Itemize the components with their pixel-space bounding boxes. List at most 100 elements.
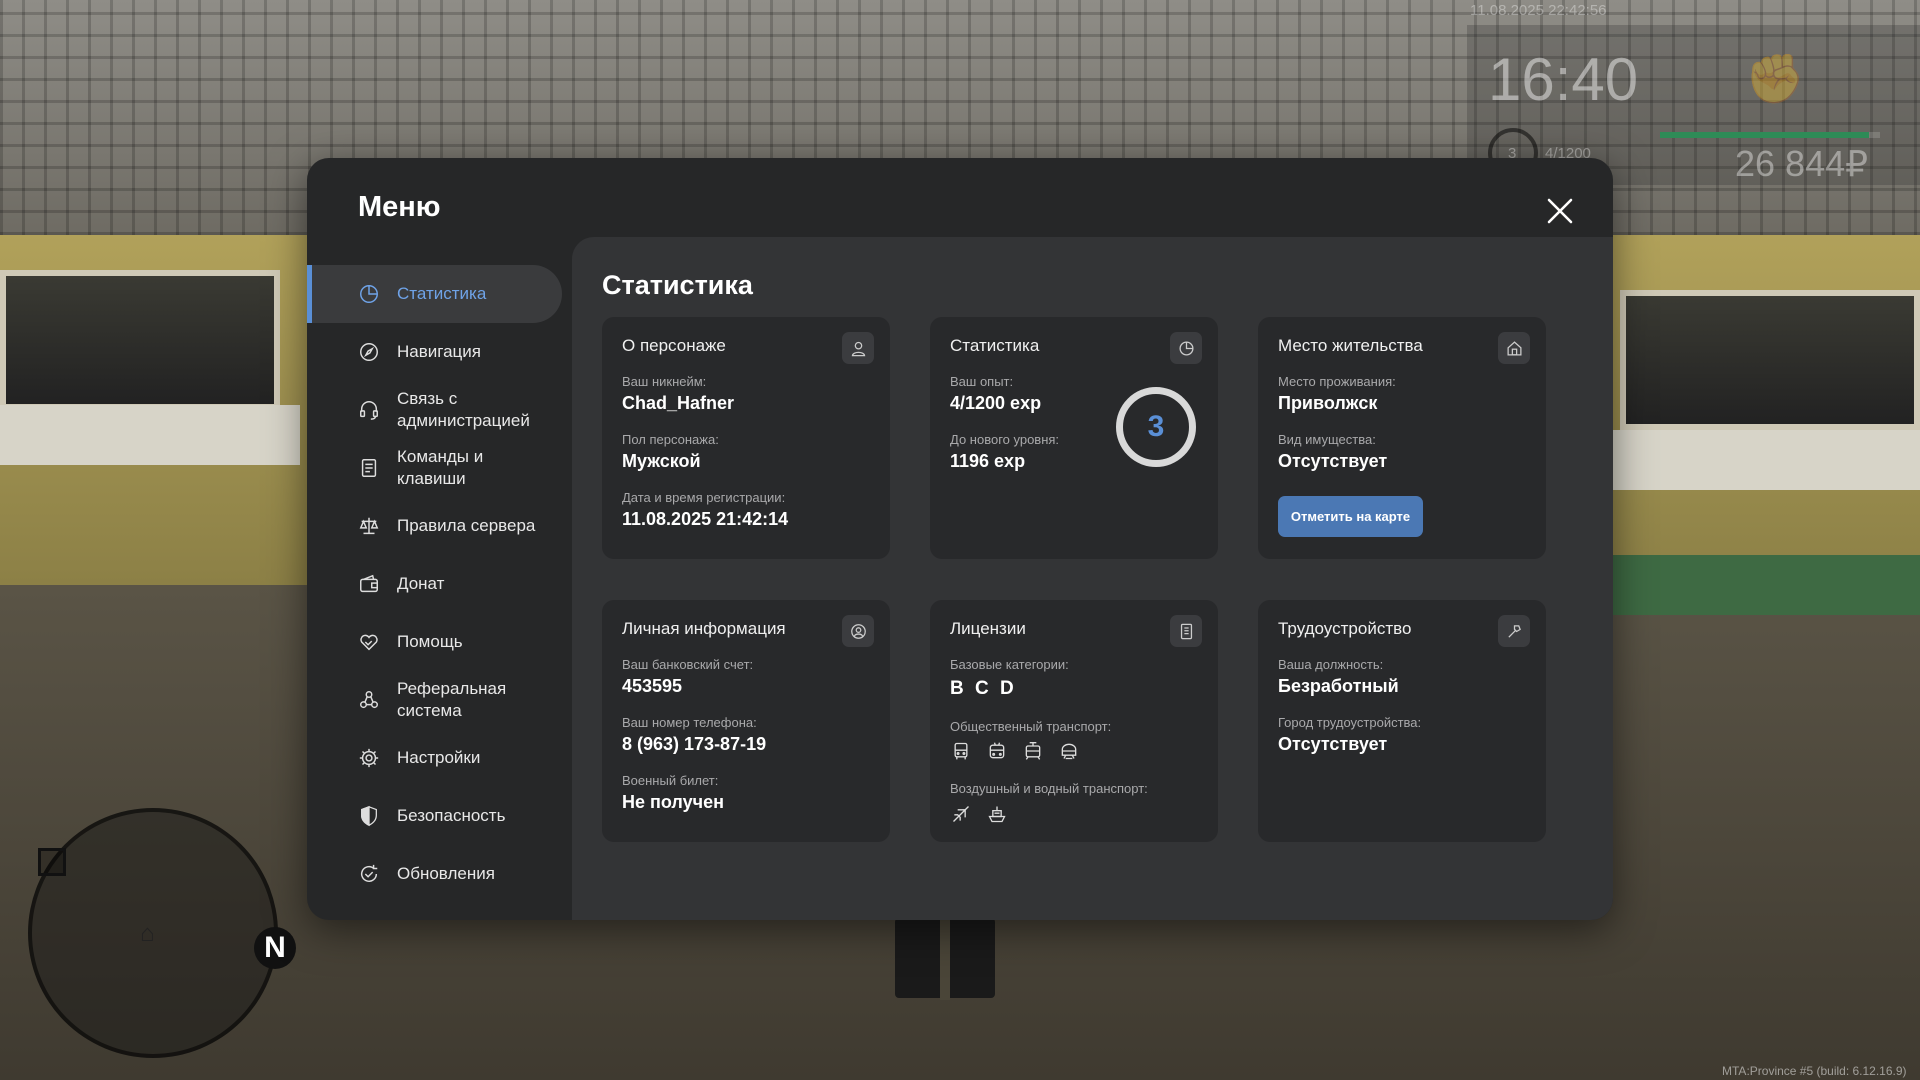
hammer-icon [1498, 615, 1530, 647]
scales-icon [357, 514, 381, 538]
gear-icon [357, 746, 381, 770]
headset-icon [357, 398, 381, 422]
service-window [0, 270, 280, 410]
sidebar-item-label: Донат [397, 574, 445, 593]
sidebar-item-label: Команды и клавиши [397, 446, 484, 488]
nickname-label: Ваш никнейм: [622, 374, 707, 389]
hud-money: 26 844₽ [1735, 143, 1869, 184]
hud-time: 16:40 [1488, 46, 1639, 113]
nickname-value: Chad_Hafner [622, 393, 735, 413]
property-value: Отсутствует [1278, 451, 1388, 471]
sidebar-item-admin-contact[interactable]: Связь с администрацией [307, 381, 572, 439]
license-icon [1170, 615, 1202, 647]
bank-account-label: Ваш банковский счет: [622, 657, 754, 672]
sidebar-item-updates[interactable]: Обновления [307, 845, 572, 903]
card-licenses: Лицензии Базовые категории: B C D Общест… [930, 600, 1218, 842]
content-panel: Статистика О персонаже Ваш никнейм: Chad… [572, 237, 1613, 920]
heart-hand-icon [357, 630, 381, 654]
health-bar-fill [1660, 132, 1869, 138]
position-value: Безработный [1278, 676, 1399, 696]
air-water-transport-label: Воздушный и водный транспорт: [950, 781, 1148, 796]
gender-label: Пол персонажа: [622, 432, 719, 447]
sidebar-item-referral[interactable]: Реферальная система [307, 671, 572, 729]
build-info: MTA:Province #5 (build: 6.12.16.9) [1722, 1064, 1907, 1078]
registration-value: 11.08.2025 21:42:14 [622, 509, 789, 529]
sidebar-item-label: Правила сервера [397, 516, 536, 535]
menu-title: Меню [358, 191, 441, 223]
people-network-icon [357, 688, 381, 712]
boat-icon [986, 803, 1008, 825]
counter [0, 405, 300, 465]
sidebar-item-label: Помощь [397, 632, 463, 651]
sidebar-item-label: Связь с администрацией [397, 388, 530, 430]
card-title: Место жительства [1278, 336, 1423, 355]
card-personal: Личная информация Ваш банковский счет: 4… [602, 600, 890, 842]
level-ring: 3 [1116, 387, 1196, 467]
registration-label: Дата и время регистрации: [622, 490, 786, 505]
sidebar-item-rules[interactable]: Правила сервера [307, 497, 572, 555]
chart-pie-icon [1170, 332, 1202, 364]
card-title: Трудоустройство [1278, 619, 1412, 638]
property-label: Вид имущества: [1278, 432, 1376, 447]
sidebar-item-statistics[interactable]: Статистика [307, 265, 562, 323]
sidebar-item-label: Реферальная система [397, 678, 507, 720]
player-arrow-icon: ⌂ [140, 920, 155, 947]
sidebar-item-donate[interactable]: Донат [307, 555, 572, 613]
card-title: Личная информация [622, 619, 786, 638]
phone-label: Ваш номер телефона: [622, 715, 757, 730]
menu-window: Меню Статистика Навигация Связь с админи… [307, 158, 1613, 920]
card-employment: Трудоустройство Ваша должность: Безработ… [1258, 600, 1546, 842]
sidebar-item-label: Обновления [397, 864, 495, 883]
card-title: О персонаже [622, 336, 726, 355]
bus-icon [950, 740, 972, 762]
card-stats: Статистика Ваш опыт: 4/1200 exp До новог… [930, 317, 1218, 559]
minimap-marker [38, 848, 66, 876]
metro-icon [1058, 740, 1080, 762]
base-categories-label: Базовые категории: [950, 657, 1069, 672]
close-icon [1547, 198, 1573, 224]
card-title: Статистика [950, 336, 1040, 355]
user-icon [842, 332, 874, 364]
shield-icon [357, 804, 381, 828]
trolleybus-icon [986, 740, 1008, 762]
sidebar-item-security[interactable]: Безопасность [307, 787, 572, 845]
sidebar-item-settings[interactable]: Настройки [307, 729, 572, 787]
place-value: Приволжск [1278, 393, 1378, 413]
gender-value: Мужской [622, 451, 701, 471]
hud-datetime: 11.08.2025 22:42:56 [1470, 2, 1607, 19]
public-transport-icons [950, 740, 1080, 762]
mark-on-map-button[interactable]: Отметить на карте [1278, 496, 1423, 537]
card-residence: Место жительства Место проживания: Приво… [1258, 317, 1546, 559]
next-level-label: До нового уровня: [950, 432, 1060, 447]
sidebar-item-label: Безопасность [397, 806, 506, 825]
military-id-label: Военный билет: [622, 773, 719, 788]
card-title: Лицензии [950, 619, 1026, 638]
level-value: 3 [1147, 410, 1165, 443]
exp-value: 4/1200 exp [950, 393, 1042, 413]
sidebar-nav: Статистика Навигация Связь с администрац… [307, 265, 572, 903]
counter [1600, 430, 1920, 490]
military-id-value: Не получен [622, 792, 724, 812]
chart-pie-icon [357, 282, 381, 306]
user-circle-icon [842, 615, 874, 647]
green-strip [1560, 555, 1920, 615]
public-transport-label: Общественный транспорт: [950, 719, 1112, 734]
compass-icon [357, 340, 381, 364]
sidebar-item-label: Навигация [397, 342, 481, 361]
base-categories-value: B C D [950, 678, 1014, 699]
document-list-icon [357, 456, 381, 480]
card-character: О персонаже Ваш никнейм: Chad_Hafner Пол… [602, 317, 890, 559]
fist-icon: ✊ [1745, 53, 1805, 106]
sidebar-item-commands[interactable]: Команды и клавиши [307, 439, 572, 497]
tram-icon [1022, 740, 1044, 762]
close-button[interactable] [1544, 195, 1576, 227]
wallet-icon [357, 572, 381, 596]
place-label: Место проживания: [1278, 374, 1396, 389]
sidebar-item-help[interactable]: Помощь [307, 613, 572, 671]
position-label: Ваша должность: [1278, 657, 1384, 672]
player-leg-gap [940, 920, 950, 1000]
home-icon [1498, 332, 1530, 364]
phone-value: 8 (963) 173-87-19 [622, 734, 767, 754]
sidebar-item-navigation[interactable]: Навигация [307, 323, 572, 381]
job-city-value: Отсутствует [1278, 734, 1388, 754]
